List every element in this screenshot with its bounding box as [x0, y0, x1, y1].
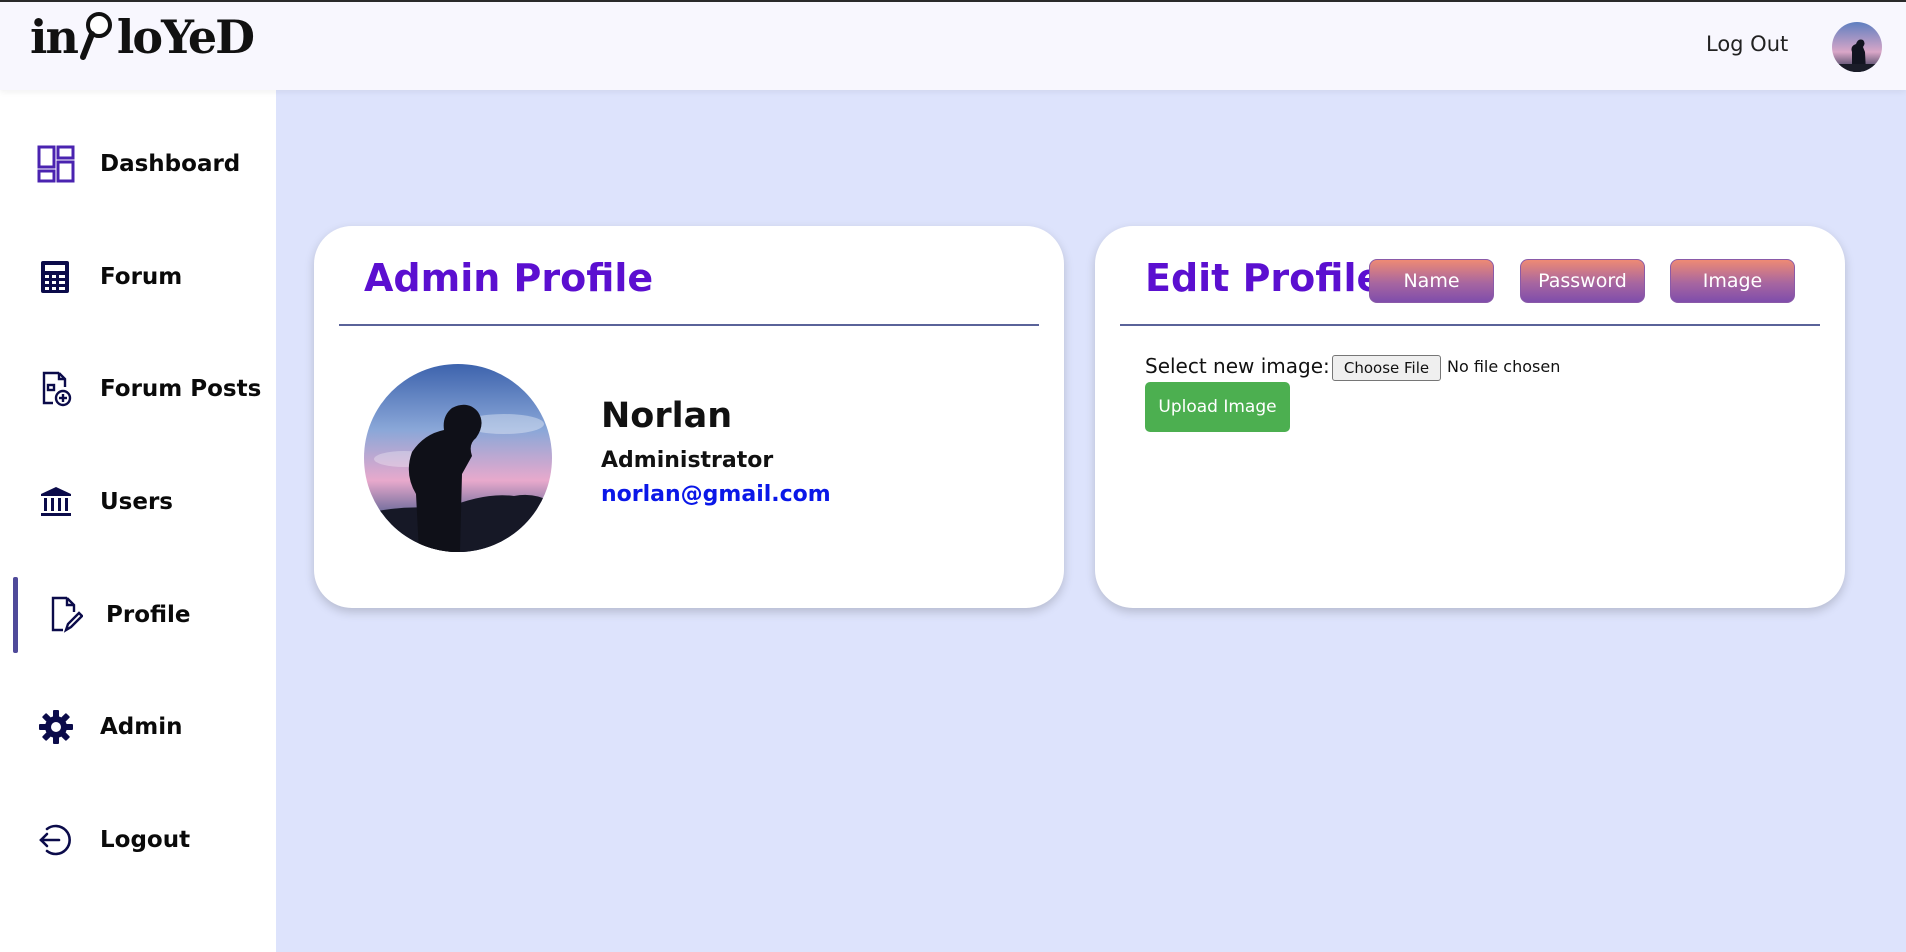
admin-profile-title: Admin Profile	[364, 256, 654, 300]
edit-name-button[interactable]: Name	[1369, 259, 1494, 303]
divider	[1120, 324, 1820, 326]
sidebar-item-label: Profile	[106, 602, 191, 628]
select-image-label: Select new image:	[1145, 354, 1330, 378]
sidebar-item-profile[interactable]: Profile	[0, 577, 276, 653]
sidebar-item-label: Admin	[100, 714, 183, 740]
edit-image-button[interactable]: Image	[1670, 259, 1795, 303]
upload-image-button[interactable]: Upload Image	[1145, 382, 1290, 432]
sidebar-item-label: Dashboard	[100, 151, 241, 177]
divider	[339, 324, 1039, 326]
bank-icon	[36, 482, 76, 522]
profile-avatar	[364, 364, 552, 552]
sidebar: Dashboard Forum Forum Posts Users Profil…	[0, 90, 276, 952]
logout-icon	[36, 820, 76, 860]
edit-profile-card: Edit Profile Name Password Image Select …	[1095, 226, 1845, 608]
sidebar-item-forum-posts[interactable]: Forum Posts	[0, 351, 276, 427]
calculator-icon	[36, 257, 76, 297]
profile-email[interactable]: norlan@gmail.com	[601, 482, 831, 507]
admin-profile-card: Admin Profile Norlan Administrator norla…	[314, 226, 1064, 608]
sidebar-item-forum[interactable]: Forum	[0, 239, 276, 315]
profile-role: Administrator	[601, 448, 774, 473]
gear-icon	[36, 707, 76, 747]
sidebar-item-admin[interactable]: Admin	[0, 689, 276, 765]
header-logout-link[interactable]: Log Out	[1706, 32, 1788, 56]
header-avatar[interactable]	[1832, 22, 1882, 72]
sidebar-item-label: Users	[100, 489, 173, 515]
edit-profile-title: Edit Profile	[1145, 256, 1383, 300]
magnifier-logo-icon	[79, 11, 115, 63]
dashboard-grid-icon	[36, 144, 76, 184]
top-header: in loYeD Log Out	[0, 0, 1906, 90]
edit-password-button[interactable]: Password	[1520, 259, 1645, 303]
edit-document-icon	[46, 595, 86, 635]
sidebar-item-label: Logout	[100, 827, 191, 853]
sidebar-item-dashboard[interactable]: Dashboard	[0, 126, 276, 202]
profile-name: Norlan	[601, 396, 733, 436]
file-status-text: No file chosen	[1447, 357, 1561, 376]
sidebar-item-users[interactable]: Users	[0, 464, 276, 540]
choose-file-button[interactable]: Choose File	[1332, 355, 1441, 381]
app-logo[interactable]: in loYeD	[30, 10, 255, 64]
sidebar-item-label: Forum Posts	[100, 376, 262, 402]
sidebar-item-logout[interactable]: Logout	[0, 802, 276, 878]
sidebar-item-label: Forum	[100, 264, 183, 290]
document-add-icon	[36, 369, 76, 409]
